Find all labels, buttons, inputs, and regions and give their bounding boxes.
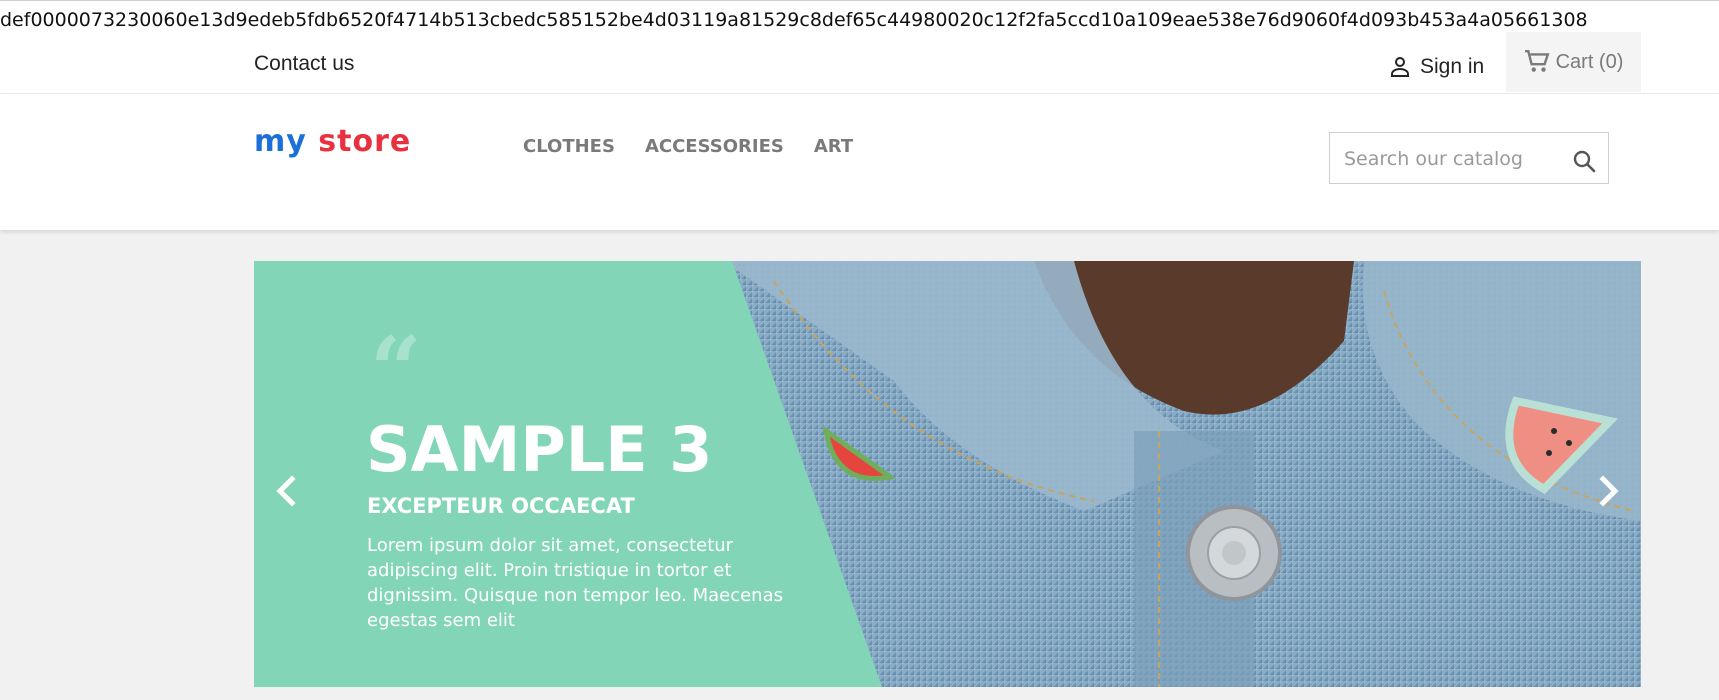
top-nav: Contact us Sign in Cart (0) [0, 32, 1719, 94]
chevron-left-icon[interactable] [272, 471, 302, 511]
menu-item-clothes[interactable]: CLOTHES [523, 136, 615, 157]
cart-label: Cart (0) [1555, 50, 1624, 73]
search-input[interactable] [1342, 143, 1566, 175]
search-icon[interactable] [1572, 149, 1596, 173]
contact-us-link[interactable]: Contact us [254, 52, 354, 76]
logo-part-store: store [318, 124, 412, 159]
person-icon [1391, 57, 1409, 77]
slide-title: SAMPLE 3 [366, 413, 713, 486]
menu-item-art[interactable]: ART [814, 136, 853, 157]
store-logo[interactable]: my store [254, 124, 411, 159]
menu-item-accessories[interactable]: ACCESSORIES [645, 136, 784, 157]
logo-part-my: my [254, 124, 307, 159]
cart-icon [1524, 49, 1550, 72]
hero-slider: “ SAMPLE 3 EXCEPTEUR OCCAECAT Lorem ipsu… [254, 261, 1641, 687]
slide-description: Lorem ipsum dolor sit amet, consectetur … [367, 535, 783, 631]
quote-icon: “ [370, 317, 422, 423]
cart-button[interactable]: Cart (0) [1506, 32, 1641, 92]
chevron-right-icon[interactable] [1593, 471, 1623, 511]
sign-in-label: Sign in [1420, 55, 1485, 78]
main-menu: CLOTHES ACCESSORIES ART [523, 136, 853, 157]
url-text: def0000073230060e13d9edeb5fdb6520f4714b5… [0, 0, 1719, 41]
slide-subtitle: EXCEPTEUR OCCAECAT [367, 494, 635, 518]
sign-in-link[interactable]: Sign in [1388, 48, 1484, 86]
main-header: my store CLOTHES ACCESSORIES ART [0, 94, 1719, 230]
search-box [1329, 132, 1609, 184]
